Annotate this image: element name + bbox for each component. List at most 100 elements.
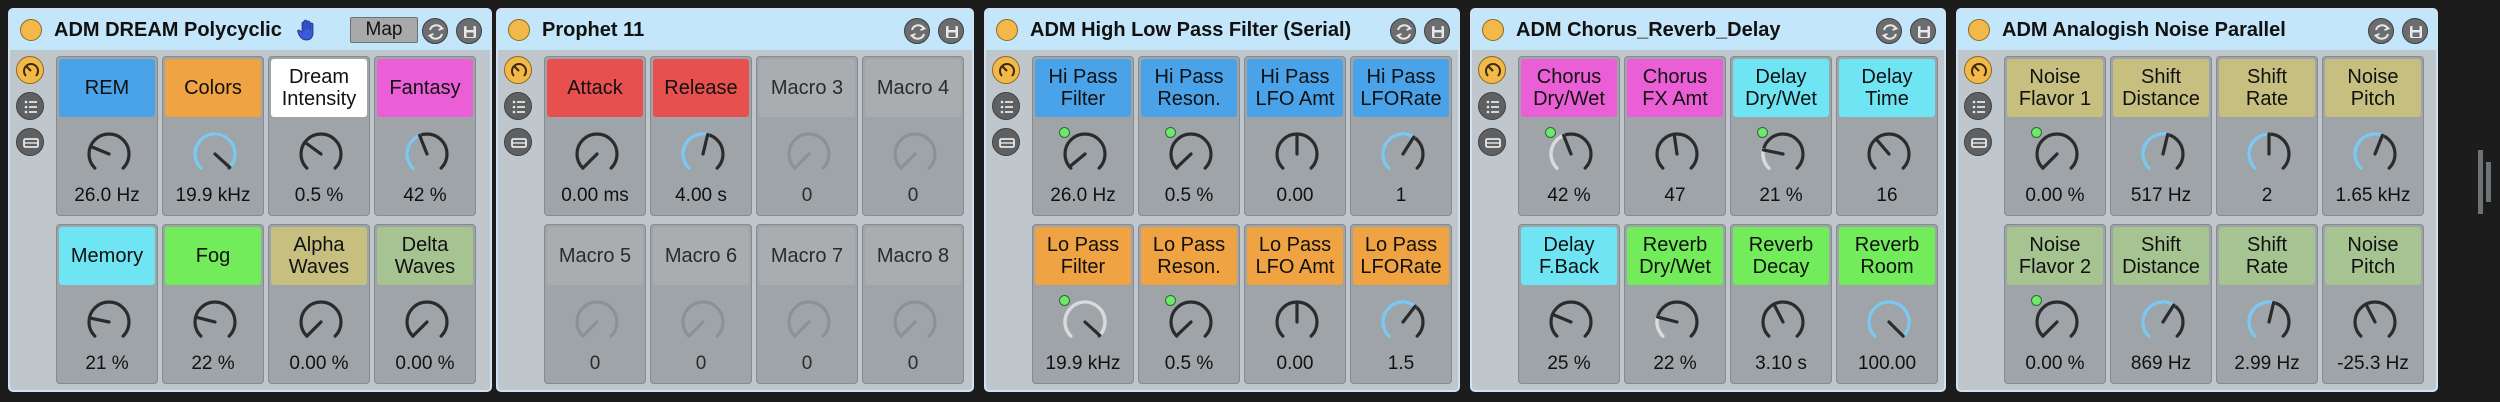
macro-show-button[interactable]: [504, 56, 532, 84]
macro-control[interactable]: Chorus FX Amt 47: [1624, 56, 1726, 216]
knob[interactable]: [1864, 129, 1914, 179]
device-header[interactable]: ADM DREAM Polycyclic Map: [10, 10, 490, 50]
macro-control[interactable]: Colors 19.9 kHz: [162, 56, 264, 216]
macro-control[interactable]: Hi Pass LFORate 1: [1350, 56, 1452, 216]
macro-control[interactable]: Lo Pass LFO Amt 0.00: [1244, 224, 1346, 384]
device-header[interactable]: ADM High Low Pass Filter (Serial): [986, 10, 1458, 50]
hot-swap-button[interactable]: [1390, 18, 1416, 44]
macro-control[interactable]: Shift Rate 2.99 Hz: [2216, 224, 2318, 384]
knob[interactable]: [402, 297, 452, 347]
scrollbar-handle[interactable]: [2478, 150, 2483, 214]
chain-list-button[interactable]: [1478, 92, 1506, 120]
knob[interactable]: [1758, 297, 1808, 347]
save-preset-button[interactable]: [456, 18, 482, 44]
knob[interactable]: [1378, 297, 1428, 347]
macro-control[interactable]: Lo Pass LFORate 1.5: [1350, 224, 1452, 384]
hot-swap-button[interactable]: [2368, 18, 2394, 44]
chain-list-button[interactable]: [16, 92, 44, 120]
device-power-button[interactable]: [508, 19, 530, 41]
knob[interactable]: [572, 129, 622, 179]
macro-control[interactable]: Reverb Dry/Wet 22 %: [1624, 224, 1726, 384]
device-header[interactable]: ADM Chorus_Reverb_Delay: [1472, 10, 1944, 50]
macro-control[interactable]: Delay Time 16: [1836, 56, 1938, 216]
knob[interactable]: [1378, 129, 1428, 179]
knob[interactable]: [402, 129, 452, 179]
device-power-button[interactable]: [1482, 19, 1504, 41]
knob[interactable]: [84, 297, 134, 347]
knob[interactable]: [296, 297, 346, 347]
knob[interactable]: [784, 297, 834, 347]
macro-control[interactable]: Attack 0.00 ms: [544, 56, 646, 216]
device-power-button[interactable]: [996, 19, 1018, 41]
knob[interactable]: [84, 129, 134, 179]
knob[interactable]: [890, 297, 940, 347]
macro-control[interactable]: Fantasy 42 %: [374, 56, 476, 216]
chain-list-button[interactable]: [1964, 92, 1992, 120]
knob[interactable]: [678, 297, 728, 347]
macro-control[interactable]: Noise Pitch -25.3 Hz: [2322, 224, 2424, 384]
macro-control[interactable]: Delay F.Back 25 %: [1518, 224, 1620, 384]
macro-control[interactable]: Release 4.00 s: [650, 56, 752, 216]
macro-control[interactable]: Reverb Decay 3.10 s: [1730, 224, 1832, 384]
scrollbar-track[interactable]: [2486, 162, 2491, 202]
macro-control[interactable]: REM 26.0 Hz: [56, 56, 158, 216]
macro-control[interactable]: Chorus Dry/Wet 42 %: [1518, 56, 1620, 216]
macro-control[interactable]: Memory 21 %: [56, 224, 158, 384]
chain-list-button[interactable]: [992, 92, 1020, 120]
knob[interactable]: [2350, 297, 2400, 347]
knob[interactable]: [678, 129, 728, 179]
knob[interactable]: [190, 129, 240, 179]
knob[interactable]: [890, 129, 940, 179]
save-preset-button[interactable]: [938, 18, 964, 44]
chain-view-button[interactable]: [504, 128, 532, 156]
knob[interactable]: [296, 129, 346, 179]
macro-show-button[interactable]: [1964, 56, 1992, 84]
knob[interactable]: [2138, 297, 2188, 347]
device-header[interactable]: Prophet 11: [498, 10, 972, 50]
macro-control[interactable]: Macro 7 0: [756, 224, 858, 384]
macro-show-button[interactable]: [16, 56, 44, 84]
hot-swap-button[interactable]: [904, 18, 930, 44]
macro-show-button[interactable]: [1478, 56, 1506, 84]
chain-view-button[interactable]: [1478, 128, 1506, 156]
device-power-button[interactable]: [20, 19, 42, 41]
macro-control[interactable]: Lo Pass Filter 19.9 kHz: [1032, 224, 1134, 384]
macro-control[interactable]: Hi Pass LFO Amt 0.00: [1244, 56, 1346, 216]
hot-swap-button[interactable]: [422, 18, 448, 44]
hand-icon[interactable]: [296, 18, 318, 42]
macro-control[interactable]: Shift Distance 517 Hz: [2110, 56, 2212, 216]
device-power-button[interactable]: [1968, 19, 1990, 41]
macro-control[interactable]: Macro 5 0: [544, 224, 646, 384]
knob[interactable]: [2350, 129, 2400, 179]
knob[interactable]: [2244, 297, 2294, 347]
map-button[interactable]: Map: [350, 17, 418, 43]
knob[interactable]: [190, 297, 240, 347]
knob[interactable]: [2244, 129, 2294, 179]
knob[interactable]: [1272, 297, 1322, 347]
macro-control[interactable]: Macro 4 0: [862, 56, 964, 216]
knob[interactable]: [1546, 297, 1596, 347]
macro-control[interactable]: Delay Dry/Wet 21 %: [1730, 56, 1832, 216]
macro-control[interactable]: Reverb Room 100.00: [1836, 224, 1938, 384]
chain-view-button[interactable]: [16, 128, 44, 156]
macro-control[interactable]: Hi Pass Filter 26.0 Hz: [1032, 56, 1134, 216]
save-preset-button[interactable]: [1424, 18, 1450, 44]
save-preset-button[interactable]: [2402, 18, 2428, 44]
chain-view-button[interactable]: [992, 128, 1020, 156]
macro-control[interactable]: Noise Flavor 1 0.00 %: [2004, 56, 2106, 216]
knob[interactable]: [1272, 129, 1322, 179]
macro-control[interactable]: Hi Pass Reson. 0.5 %: [1138, 56, 1240, 216]
knob[interactable]: [1652, 297, 1702, 347]
macro-control[interactable]: Delta Waves 0.00 %: [374, 224, 476, 384]
chain-view-button[interactable]: [1964, 128, 1992, 156]
macro-control[interactable]: Lo Pass Reson. 0.5 %: [1138, 224, 1240, 384]
chain-list-button[interactable]: [504, 92, 532, 120]
macro-show-button[interactable]: [992, 56, 1020, 84]
macro-control[interactable]: Shift Distance 869 Hz: [2110, 224, 2212, 384]
knob[interactable]: [784, 129, 834, 179]
macro-control[interactable]: Macro 3 0: [756, 56, 858, 216]
hot-swap-button[interactable]: [1876, 18, 1902, 44]
macro-control[interactable]: Macro 6 0: [650, 224, 752, 384]
knob[interactable]: [1864, 297, 1914, 347]
macro-control[interactable]: Alpha Waves 0.00 %: [268, 224, 370, 384]
